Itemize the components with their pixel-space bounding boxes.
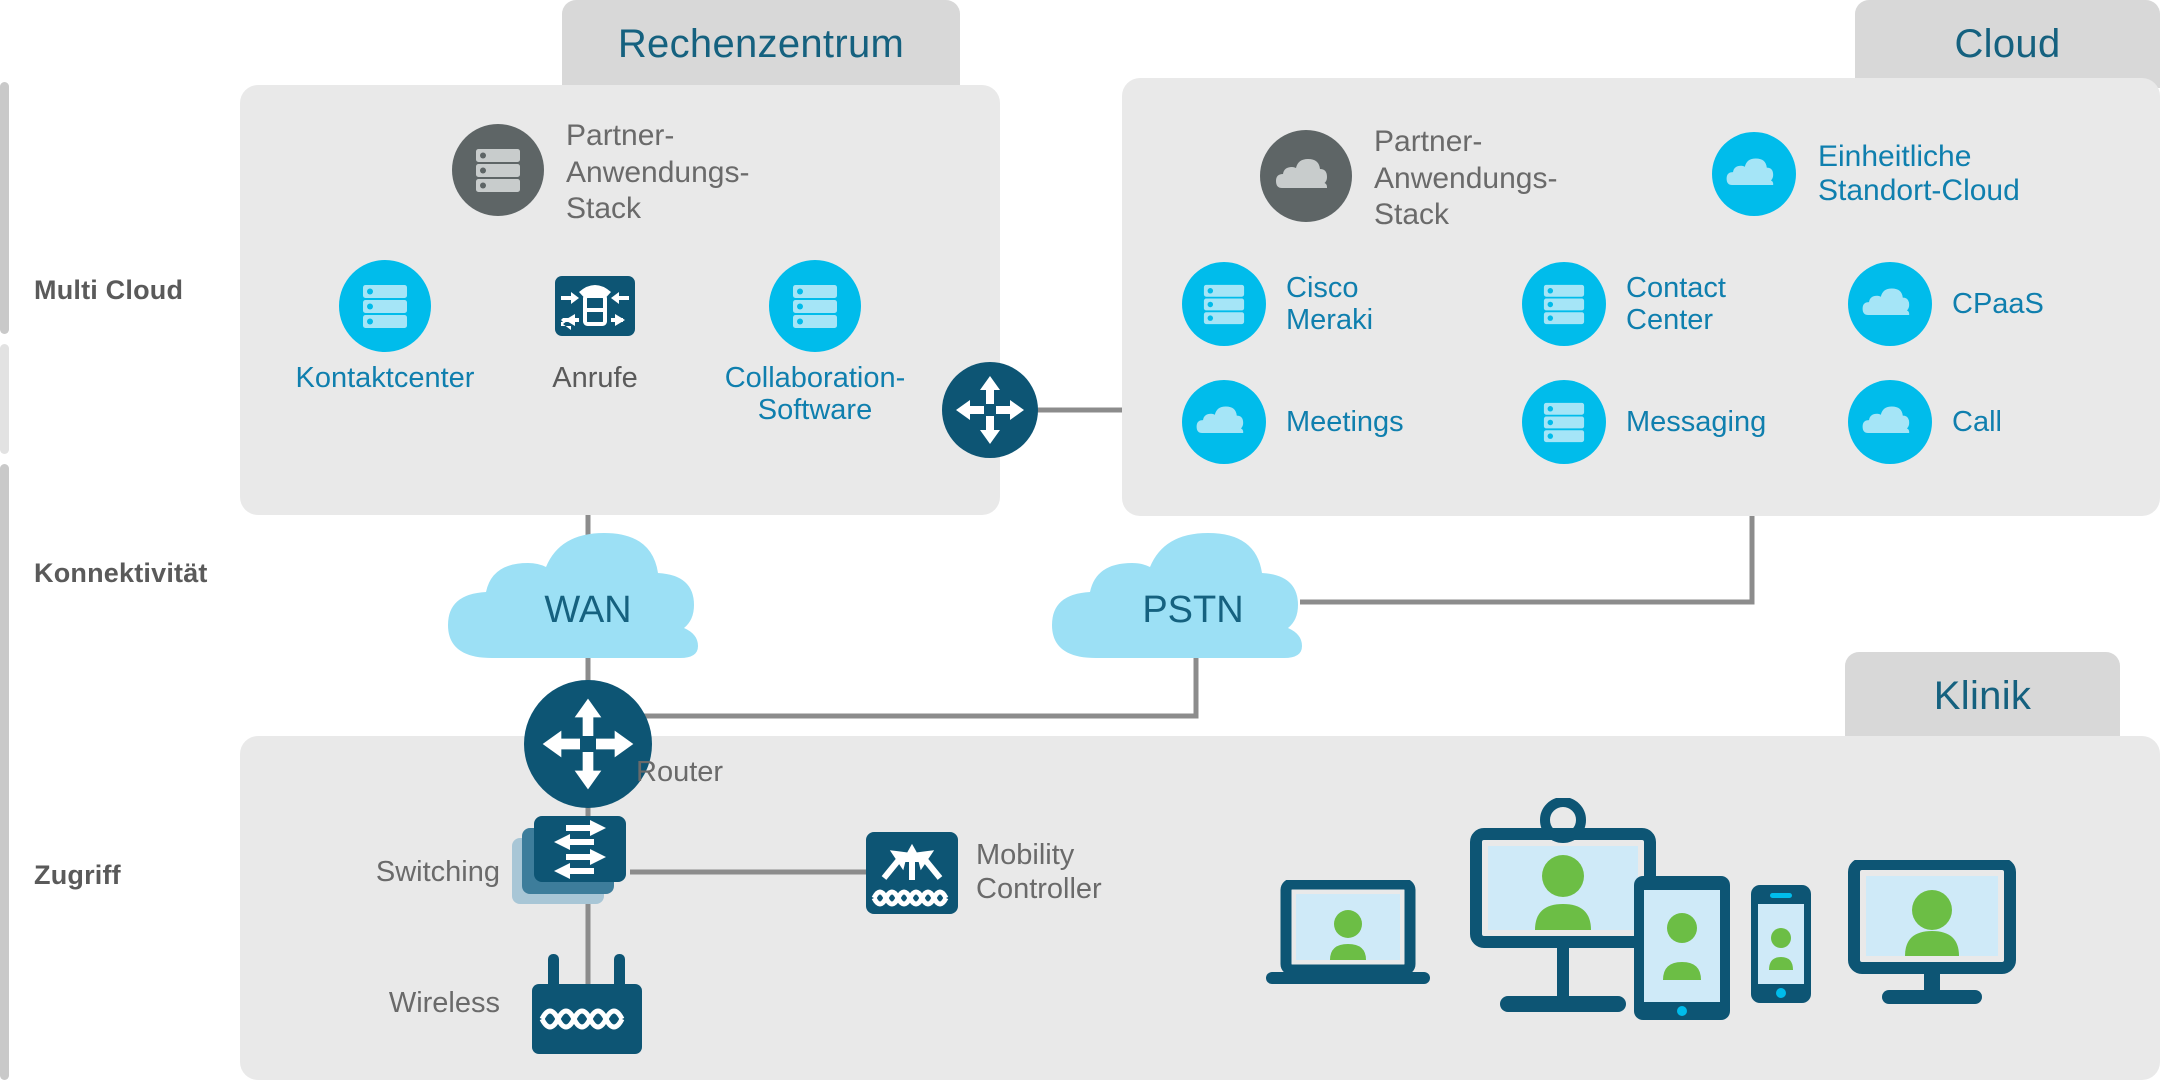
tablet-device-icon [1634,876,1730,1020]
cloud-icon [1848,380,1932,464]
server-icon [769,260,861,352]
server-icon [339,260,431,352]
wireless-label: Wireless [388,987,500,1019]
item-cisco-meraki-label: Cisco Meraki [1286,271,1374,336]
item-kontaktcenter[interactable]: Kontaktcenter [285,260,485,394]
item-call-label: Call [1952,405,2002,438]
pstn-cloud-label: PSTN [1142,588,1244,631]
access-point-icon [532,954,642,1054]
cloud-partner-stack: Partner- Anwendungs- Stack [1260,125,1557,234]
mobility-controller-icon [866,832,958,914]
diagram-canvas: Multi Cloud Konnektivität Zugriff Rechen… [0,0,2160,1080]
server-stack-icon [452,124,544,216]
server-icon [1182,262,1266,346]
server-icon [1522,262,1606,346]
item-call[interactable]: Call [1848,380,2002,464]
item-einheitliche-standort-cloud-label: Einheitliche Standort-Cloud [1818,140,2020,207]
item-collaboration-software[interactable]: Collaboration- Software [700,260,930,427]
call-manager-icon [555,276,635,336]
item-cisco-meraki[interactable]: Cisco Meraki [1182,262,1373,346]
cloud-icon [1260,130,1352,222]
desktop-monitor-device-icon [1848,860,2016,1004]
item-cpaas[interactable]: CPaaS [1848,262,2044,346]
router-label: Router [636,756,724,788]
laptop-device-icon [1266,880,1430,984]
cloud-icon [1182,380,1266,464]
item-contact-center-label: Contact Center [1626,271,1726,336]
access-router-icon [524,680,652,808]
cloud-icon [1848,262,1932,346]
item-anrufe[interactable]: Anrufe [515,260,675,394]
datacenter-partner-stack-label: Partner- Anwendungs- Stack [566,119,750,226]
item-einheitliche-standort-cloud[interactable]: Einheitliche Standort-Cloud [1712,132,2020,216]
item-collaboration-software-label: Collaboration- Software [724,362,906,427]
server-icon [1522,380,1606,464]
cloud-icon [1712,132,1796,216]
smartphone-device-icon [1751,885,1811,1003]
switch-stack-icon [512,816,626,904]
mobility-controller-label: Mobility Controller [976,839,1102,906]
switching-label: Switching [375,856,500,888]
item-cpaas-label: CPaaS [1952,287,2044,320]
item-messaging[interactable]: Messaging [1522,380,1766,464]
item-kontaktcenter-label: Kontaktcenter [295,362,475,394]
item-contact-center[interactable]: Contact Center [1522,262,1726,346]
datacenter-partner-stack: Partner- Anwendungs- Stack [452,119,749,228]
item-meetings[interactable]: Meetings [1182,380,1404,464]
item-meetings-label: Meetings [1286,405,1404,438]
cloud-partner-stack-label: Partner- Anwendungs- Stack [1374,125,1558,232]
item-anrufe-label: Anrufe [552,362,638,394]
datacenter-router-icon [942,362,1038,458]
item-messaging-label: Messaging [1626,405,1767,438]
wan-cloud-label: WAN [544,588,632,631]
